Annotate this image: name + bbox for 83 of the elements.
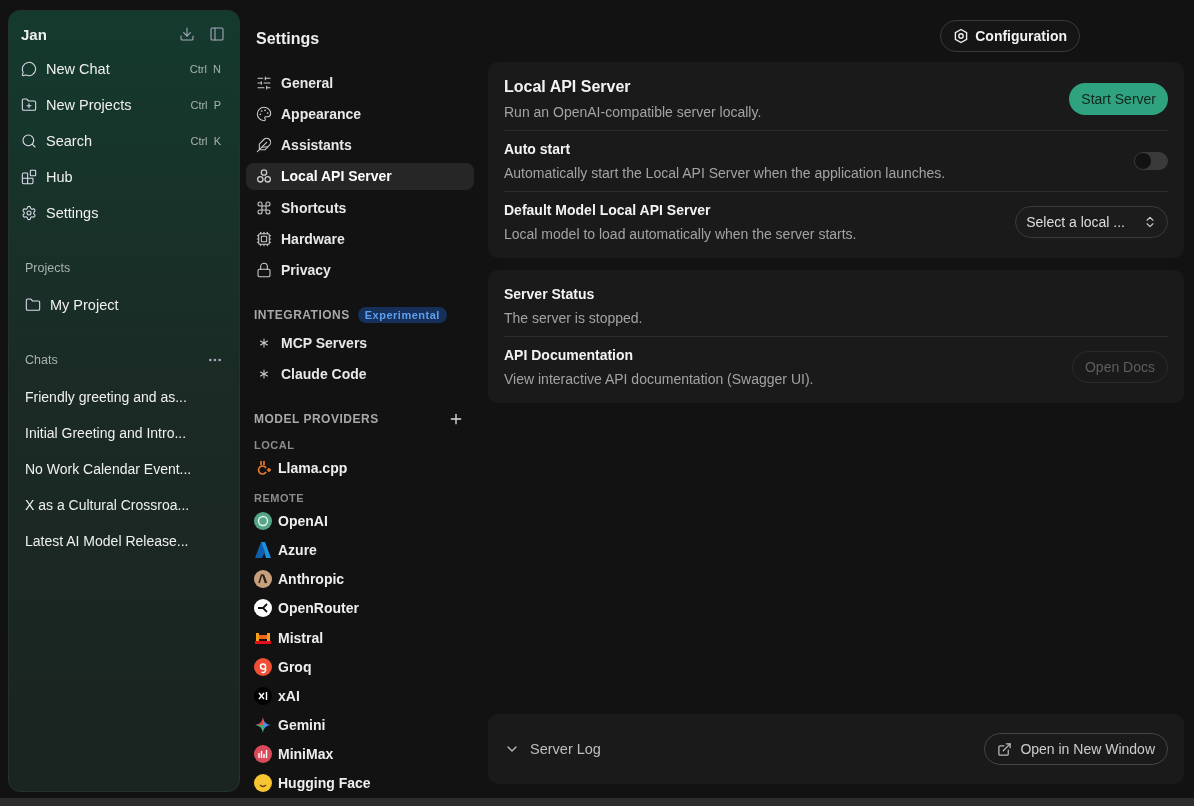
sidebar-item[interactable]: Search Ctrl K [21,123,227,159]
lock-icon [256,262,272,279]
shortcut-hint: Ctrl K [190,135,221,147]
circles-icon [256,168,272,185]
configuration-button[interactable]: Configuration [940,20,1080,52]
palette-icon [256,105,272,122]
provider-item[interactable]: MiniMax [246,739,474,769]
chat-item[interactable]: Friendly greeting and as... [21,379,227,415]
provider-item[interactable]: Azure [246,535,474,565]
toggle-switch[interactable] [1134,152,1168,170]
chat-item[interactable]: Latest AI Model Release... [21,523,227,559]
provider-item[interactable]: Llama.cpp [246,453,474,483]
logo-icon [254,686,272,705]
project-item[interactable]: My Project [21,287,227,323]
sidebar-item[interactable]: Hub [21,159,227,195]
settings-nav-item[interactable]: Assistants [246,131,474,159]
setting-title: Server Status [504,286,596,302]
chat-bubble-icon [21,61,37,77]
command-icon [256,199,272,216]
logo-icon [254,745,272,764]
sidebar-item[interactable]: New Projects Ctrl P [21,87,227,123]
settings-nav-item[interactable]: Appearance [246,100,474,128]
description: The server is stopped. [504,310,644,326]
settings-nav-item[interactable]: Shortcuts [246,194,474,222]
model-select[interactable]: Select a local ... [1015,206,1168,238]
folder-icon [25,297,41,313]
settings-nav-item[interactable]: Privacy [246,256,474,284]
sliders-icon [256,74,272,91]
provider-item[interactable]: Anthropic [246,564,474,594]
setting-title: Auto start [504,141,572,157]
sidebar-item[interactable]: New Chat Ctrl N [21,51,227,87]
chat-item[interactable]: Initial Greeting and Intro... [21,415,227,451]
section-heading: Chats [25,353,59,367]
settings-nav-item[interactable]: Claude Code [246,360,474,388]
external-link-icon [997,741,1013,757]
chat-item[interactable]: X as a Cultural Crossroa... [21,487,227,523]
description: Automatically start the Local API Server when the application launches. [504,165,947,181]
provider-item[interactable]: Gemini [246,710,474,740]
description: Run an OpenAI-compatible server locally. [504,104,763,120]
section-heading: MODEL PROVIDERS [254,412,380,427]
server-log-title: Server Log [530,741,602,757]
hexagon-icon [953,28,970,44]
download-icon[interactable] [179,26,195,42]
shortcut-hint: Ctrl N [189,63,221,75]
section-heading: Projects [25,261,72,275]
settings-nav-item[interactable]: Local API Server [246,162,474,191]
chip-icon [256,230,272,247]
settings-nav-item[interactable]: MCP Servers [246,329,474,357]
feather-icon [256,137,272,154]
shortcut-hint: Ctrl P [190,99,221,111]
settings-title: Settings [255,29,321,49]
group-label: LOCAL [254,439,296,452]
logo-icon [254,599,272,618]
sidebar-toggle-icon[interactable] [209,26,225,42]
provider-item[interactable]: OpenRouter [246,593,474,623]
logo-icon [254,541,272,560]
provider-item[interactable]: xAI [246,681,474,711]
settings-icon [21,205,37,221]
setting-title: Default Model Local API Server [504,202,712,218]
search-icon [21,133,37,149]
logo-icon [254,774,272,793]
section-heading: INTEGRATIONS [254,308,350,323]
chat-item[interactable]: No Work Calendar Event... [21,451,227,487]
logo-icon [254,657,272,676]
settings-nav-item[interactable]: General [246,69,474,97]
logo-icon [254,570,272,589]
provider-item[interactable]: OpenAI [246,506,474,536]
description: Local model to load automatically when the server starts. [504,226,858,242]
start-server-button[interactable]: Start Server [1069,83,1168,115]
folder-plus-icon [21,97,37,113]
settings-nav-item[interactable]: Hardware [246,225,474,253]
description: View interactive API documentation (Swagger UI). [504,371,815,387]
app-title: Jan [21,25,48,43]
experimental-badge: Experimental [357,307,447,324]
card-title: Local API Server [504,78,632,96]
sidebar-item[interactable]: Settings [21,195,227,231]
provider-item[interactable]: Mistral [246,623,474,653]
blocks-icon [21,169,37,185]
provider-item[interactable]: Groq [246,652,474,682]
group-label: REMOTE [254,492,306,505]
logo-icon [254,511,272,530]
provider-item[interactable]: Hugging Face [246,768,474,798]
setting-title: API Documentation [504,347,635,363]
